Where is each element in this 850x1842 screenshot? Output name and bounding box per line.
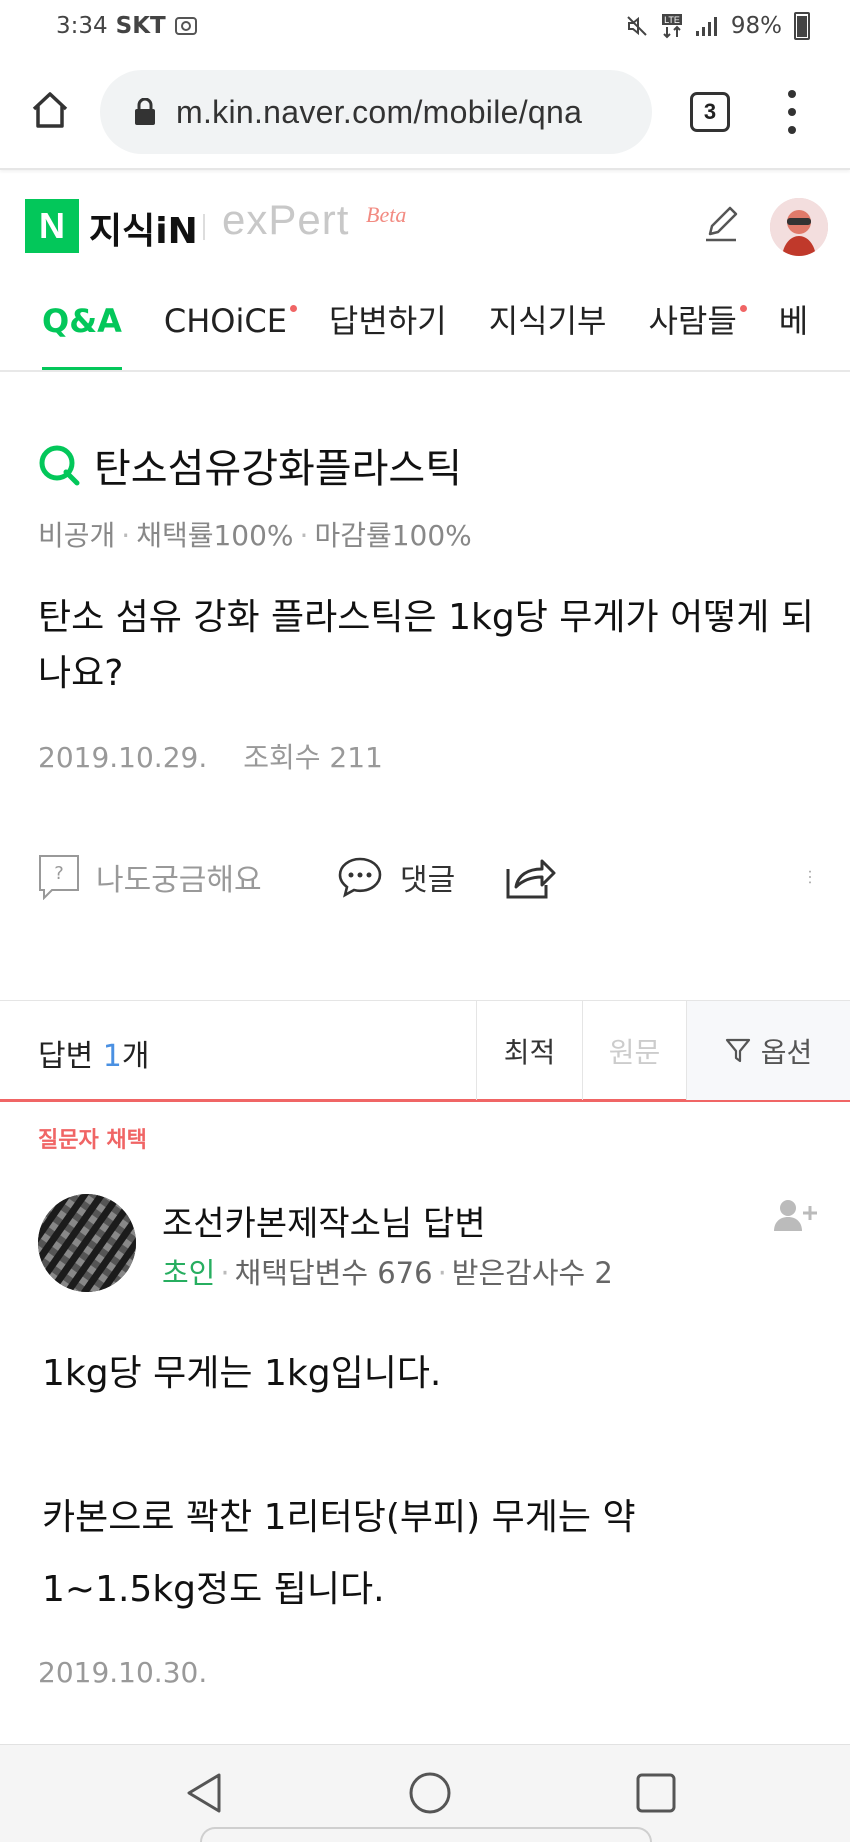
gesture-handle[interactable]	[200, 1827, 652, 1842]
user-avatar[interactable]	[770, 198, 828, 256]
logo-divider	[203, 214, 205, 240]
nav-tab-label: 베	[778, 302, 809, 340]
sort-best-button[interactable]: 최적	[476, 1001, 582, 1100]
question-q-icon	[39, 445, 80, 486]
url-text: m.kin.naver.com/mobile/qna	[176, 93, 583, 130]
answerer-avatar[interactable]	[38, 1194, 136, 1292]
battery-icon	[794, 12, 810, 40]
answer-count: 답변 1개	[38, 1031, 149, 1075]
url-bar[interactable]: m.kin.naver.com/mobile/qna	[100, 70, 652, 154]
asker-name: 비공개	[38, 519, 116, 552]
question-bubble-icon: ?	[39, 855, 79, 900]
status-left: 3:34 SKT	[56, 13, 198, 39]
answerer-meta: 초인 · 채택답변수 676 · 받은감사수 2	[162, 1256, 613, 1290]
svg-text:LTE: LTE	[664, 15, 680, 25]
mute-icon	[627, 16, 647, 36]
share-button[interactable]	[504, 850, 574, 904]
status-carrier: SKT	[115, 13, 166, 39]
home-icon[interactable]	[28, 88, 72, 132]
nav-tab-4[interactable]: 사람들	[648, 272, 747, 370]
nav-tab-2[interactable]: 답변하기	[328, 272, 447, 370]
view-count: 조회수 211	[243, 741, 383, 774]
comment-icon	[338, 857, 382, 898]
kin-logo-text[interactable]: 지식iN	[89, 202, 198, 254]
naver-logo[interactable]: N	[25, 199, 79, 253]
adopted-answers-count: 채택답변수 676	[234, 1256, 433, 1290]
svg-text:?: ?	[54, 863, 64, 884]
sort-original-button[interactable]: 원문	[582, 1001, 686, 1100]
question-body: 탄소 섬유 강화 플라스틱은 1kg당 무게가 어떻게 되나요?	[38, 597, 814, 694]
category-tabs: Q&A CHOiCE 답변하기 지식기부 사람들 베	[0, 272, 850, 372]
new-indicator-dot	[289, 305, 297, 312]
nav-tab-label: 지식기부	[488, 302, 607, 340]
share-icon	[506, 859, 556, 899]
answer-count-number: 1	[102, 1039, 122, 1074]
question-title-row: 탄소섬유강화플라스틱	[38, 436, 462, 494]
system-nav-bar	[0, 1744, 850, 1842]
nav-tab-label: CHOiCE	[163, 302, 287, 340]
signal-icon	[695, 17, 717, 36]
asker-choice-badge: 질문자 채택	[38, 1128, 147, 1153]
tab-switcher-button[interactable]: 3	[690, 92, 730, 132]
browser-menu-icon[interactable]	[786, 90, 798, 134]
answer-body: 1kg당 무게는 1kg입니다. 카본으로 꽉찬 1리터당(부피) 무게는 약 …	[42, 1353, 636, 1610]
nav-tab-label: Q&A	[42, 302, 122, 340]
home-circle-icon[interactable]	[408, 1771, 452, 1815]
back-icon[interactable]	[183, 1771, 227, 1815]
battery-percent: 98%	[730, 13, 782, 39]
question-actions: ? 나도궁금해요 댓글	[38, 850, 828, 904]
recent-apps-icon[interactable]	[636, 1773, 676, 1813]
question-date-row: 2019.10.29. 조회수 211	[38, 736, 383, 776]
filter-icon	[725, 1038, 750, 1062]
nav-tab-3[interactable]: 지식기부	[488, 272, 607, 370]
more-options-icon[interactable]	[808, 850, 828, 904]
screenshot-icon	[174, 17, 197, 35]
site-header: N 지식iN exPert Beta	[0, 172, 850, 272]
browser-toolbar: m.kin.naver.com/mobile/qna 3	[0, 52, 850, 170]
answerer-name[interactable]: 조선카본제작소님 답변	[162, 1196, 486, 1245]
new-indicator-dot	[739, 305, 747, 312]
curious-label: 나도궁금해요	[96, 863, 262, 898]
lte-icon: LTE	[661, 14, 682, 39]
nav-tab-1[interactable]: CHOiCE	[163, 272, 297, 370]
nav-tab-label: 답변하기	[328, 302, 447, 340]
thanks-count: 받은감사수 2	[451, 1256, 613, 1290]
question-date: 2019.10.29.	[38, 741, 208, 774]
nav-tab-label: 사람들	[648, 302, 737, 340]
nav-tab-0[interactable]: Q&A	[42, 272, 122, 370]
comment-button[interactable]: 댓글	[336, 850, 455, 904]
follow-user-icon[interactable]	[772, 1198, 818, 1232]
question-title: 탄소섬유강화플라스틱	[94, 446, 462, 492]
answer-date: 2019.10.30.	[38, 1656, 208, 1689]
beta-label: Beta	[366, 202, 407, 227]
curious-button[interactable]: ? 나도궁금해요	[38, 850, 262, 904]
options-button[interactable]: 옵션	[686, 1001, 850, 1100]
status-right: LTE 98%	[625, 12, 810, 40]
expert-logo[interactable]: exPert	[222, 196, 349, 244]
question-meta: 비공개 · 채택률100% · 마감률100%	[38, 519, 472, 552]
answer-count-suffix: 개	[121, 1039, 150, 1074]
answers-header: 답변 1개 최적 원문 옵션	[0, 1000, 850, 1102]
options-label: 옵션	[760, 1035, 813, 1069]
answer-count-prefix: 답변	[38, 1039, 103, 1074]
status-bar: 3:34 SKT LTE 98%	[0, 0, 850, 52]
status-time: 3:34	[56, 13, 108, 39]
write-question-icon[interactable]	[698, 202, 744, 248]
close-rate: 마감률100%	[314, 519, 472, 552]
nav-tab-5[interactable]: 베	[778, 272, 809, 370]
adoption-rate: 채택률100%	[136, 519, 294, 552]
answerer-grade: 초인	[162, 1256, 216, 1290]
lock-icon	[135, 98, 155, 125]
comment-label: 댓글	[400, 863, 456, 898]
